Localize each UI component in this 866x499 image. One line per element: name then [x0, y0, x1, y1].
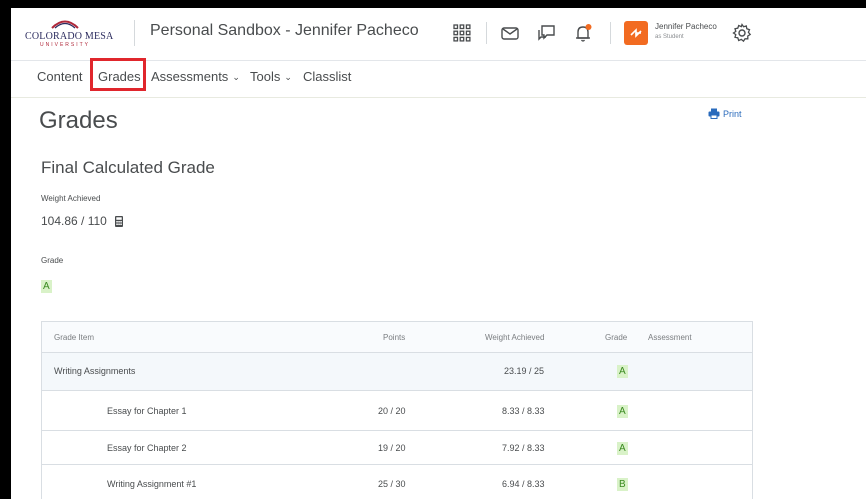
waffle-icon[interactable] [451, 22, 473, 44]
table-row: Writing Assignment #1 25 / 30 6.94 / 8.3… [42, 465, 752, 499]
weight-achieved-text: 104.86 / 110 [41, 214, 107, 228]
bell-icon[interactable] [572, 22, 594, 44]
row-weight: 23.19 / 25 [504, 366, 545, 376]
university-logo[interactable]: COLORADO MESA UNIVERSITY [25, 19, 113, 49]
table-header: Grade Item Points Weight Achieved Grade … [42, 322, 752, 353]
table-row: Essay for Chapter 2 19 / 20 7.92 / 8.33 … [42, 431, 752, 465]
final-grade-value: A [41, 276, 52, 294]
chevron-down-icon: ⌄ [284, 72, 292, 82]
final-grade-title: Final Calculated Grade [41, 158, 215, 177]
weight-achieved-value: 104.86 / 110 [41, 214, 123, 228]
header-weight-achieved[interactable]: Weight Achieved [485, 333, 544, 342]
row-points: 20 / 20 [378, 406, 406, 416]
row-weight: 8.33 / 8.33 [502, 406, 545, 416]
grade-badge: A [617, 365, 628, 378]
divider [610, 22, 611, 44]
chevron-down-icon: ⌄ [232, 72, 240, 82]
nav-tools-label: Tools [250, 69, 281, 84]
course-title[interactable]: Personal Sandbox - Jennifer Pacheco [150, 22, 419, 40]
nav-classlist[interactable]: Classlist [303, 69, 351, 84]
row-grade: A [617, 442, 628, 455]
row-item[interactable]: Essay for Chapter 1 [107, 406, 187, 416]
divider [134, 20, 135, 46]
top-navbar: COLORADO MESA UNIVERSITY Personal Sandbo… [11, 8, 866, 61]
nav-classlist-label: Classlist [303, 69, 352, 84]
nav-content-label: Content [37, 69, 83, 84]
row-points: 25 / 30 [378, 479, 406, 489]
table-row: Essay for Chapter 1 20 / 20 8.33 / 8.33 … [42, 391, 752, 431]
user-name[interactable]: Jennifer Pacheco [655, 22, 717, 31]
header-points[interactable]: Points [383, 333, 405, 342]
weight-achieved-label: Weight Achieved [41, 194, 101, 203]
header-grade[interactable]: Grade [605, 333, 627, 342]
row-weight: 7.92 / 8.33 [502, 443, 545, 453]
logo-arc-icon [51, 20, 79, 29]
nav-assessments-label: Assessments [151, 69, 229, 84]
gear-icon[interactable] [731, 22, 753, 44]
user-role: as Student [655, 34, 684, 40]
row-grade: A [617, 365, 628, 378]
role-switch-icon[interactable] [624, 21, 648, 45]
row-grade: A [617, 405, 628, 418]
row-item[interactable]: Writing Assignment #1 [107, 479, 196, 489]
nav-content[interactable]: Content [37, 69, 83, 84]
row-weight: 6.94 / 8.33 [502, 479, 545, 489]
print-label: Print [723, 108, 742, 119]
page-title: Grades [39, 107, 118, 134]
browser-content: COLORADO MESA UNIVERSITY Personal Sandbo… [11, 8, 866, 499]
chat-icon[interactable] [536, 22, 558, 44]
nav-tools[interactable]: Tools ⌄ [250, 69, 292, 84]
grade-badge: A [41, 280, 52, 293]
logo-text: COLORADO MESA [25, 31, 114, 42]
grades-table: Grade Item Points Weight Achieved Grade … [41, 321, 753, 499]
divider [486, 22, 487, 44]
grades-highlight-box [90, 58, 146, 91]
row-points: 19 / 20 [378, 443, 406, 453]
grade-badge: A [617, 405, 628, 418]
row-item[interactable]: Essay for Chapter 2 [107, 443, 187, 453]
row-item: Writing Assignments [54, 366, 136, 376]
calculator-icon[interactable] [114, 215, 123, 227]
table-row: Writing Assignments 23.19 / 25 A [42, 353, 752, 391]
row-grade: B [617, 478, 628, 491]
header-grade-item[interactable]: Grade Item [54, 333, 94, 342]
grade-badge: B [617, 478, 628, 491]
grade-badge: A [617, 442, 628, 455]
print-button[interactable]: Print [708, 108, 742, 119]
grade-label: Grade [41, 256, 64, 265]
printer-icon [708, 108, 720, 119]
mail-icon[interactable] [499, 22, 521, 44]
header-assessment[interactable]: Assessment [648, 333, 692, 342]
nav-assessments[interactable]: Assessments ⌄ [151, 69, 240, 84]
logo-subtext: UNIVERSITY [40, 42, 91, 48]
